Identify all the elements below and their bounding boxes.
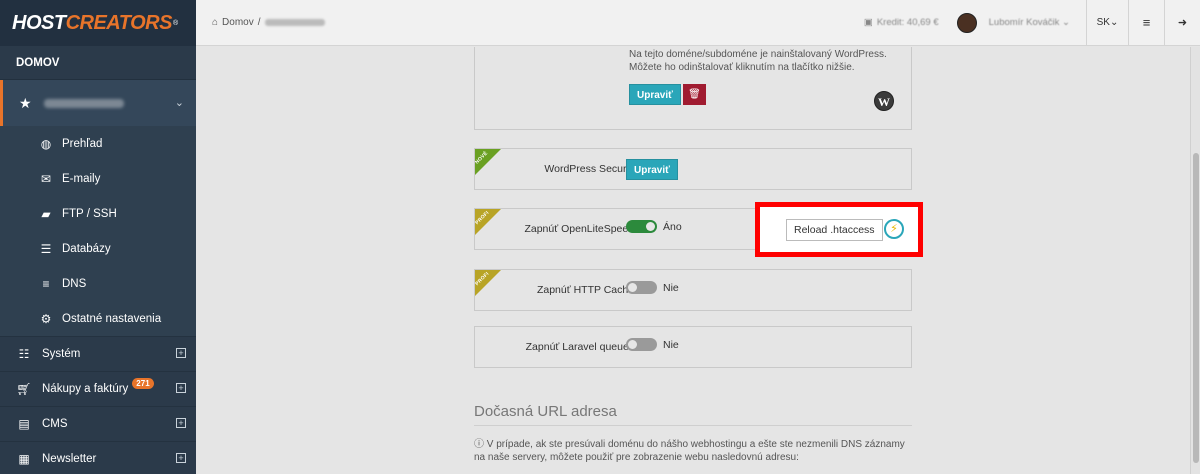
- expand-icon[interactable]: +: [176, 418, 186, 428]
- sidebar-item-newsletter[interactable]: ▦ Newsletter +: [0, 441, 196, 474]
- envelope-icon: ✉: [40, 171, 52, 186]
- globe-icon: ◍: [40, 136, 52, 151]
- sidebar-main-menu: ☷ Systém + 🛒︎ Nákupy a faktúry 271 + ▤ C…: [0, 336, 196, 474]
- sidebar-item-ftp[interactable]: ▰ FTP / SSH: [0, 196, 196, 231]
- sidebar-item-label: DNS: [62, 277, 87, 290]
- laravel-queues-label: Zapnúť Laravel queues:: [525, 341, 637, 353]
- sidebar-item-databazy[interactable]: ☰ Databázy: [0, 231, 196, 266]
- topbar: ⌂ Domov / ▣ Kredit: 40,69 € Lubomír Ková…: [196, 0, 1200, 46]
- sidebar: HOSTCREATORS ® DOMOV ★ ⌄ ◍ Prehľad ✉ E-ma…: [0, 0, 196, 474]
- sidebar-item-system[interactable]: ☷ Systém +: [0, 336, 196, 371]
- logo-reg: ®: [172, 19, 179, 27]
- breadcrumb-separator: /: [257, 17, 261, 28]
- profi-ribbon: PROFI: [475, 209, 501, 235]
- wordpress-logo-icon: W: [874, 91, 894, 111]
- wallet-icon: ▣: [863, 17, 873, 28]
- laravel-queues-row: Zapnúť Laravel queues: Nie: [474, 326, 912, 368]
- lightning-icon[interactable]: ⚡︎: [884, 219, 904, 239]
- breadcrumb: ⌂ Domov /: [196, 17, 864, 28]
- chevron-down-icon[interactable]: ⌄: [175, 96, 184, 109]
- sliders-icon: ☷: [18, 347, 30, 361]
- http-cache-label: Zapnúť HTTP Cache:: [536, 284, 637, 296]
- sidebar-item-label: CMS: [42, 418, 68, 430]
- logo-text-creators: CREATORS: [65, 11, 173, 34]
- section-divider: [474, 425, 912, 426]
- expand-icon[interactable]: +: [176, 453, 186, 463]
- database-icon: ☰: [40, 241, 52, 256]
- sidebar-item-label: FTP / SSH: [62, 207, 117, 220]
- http-cache-toggle[interactable]: [626, 281, 657, 294]
- scrollbar[interactable]: [1190, 47, 1200, 474]
- http-cache-row: PROFI Zapnúť HTTP Cache: Nie: [474, 269, 912, 311]
- trash-icon[interactable]: 🗑︎: [683, 84, 706, 105]
- sidebar-item-label: Databázy: [62, 242, 111, 255]
- cart-icon: 🛒︎: [16, 382, 32, 396]
- wp-security-label: WordPress Security: [544, 163, 637, 175]
- menu-button[interactable]: ≡: [1128, 0, 1164, 46]
- expand-icon[interactable]: +: [176, 383, 186, 393]
- avatar[interactable]: [956, 12, 977, 33]
- wordpress-panel: Na tejto doméne/subdoméne je nainštalova…: [474, 47, 912, 130]
- temp-url-info: ⓘ V prípade, ak ste presúvali doménu do …: [474, 438, 914, 464]
- domain-name-blurred: [43, 98, 124, 108]
- openlitespeed-label: Zapnúť OpenLiteSpeed:: [524, 223, 637, 235]
- expand-icon[interactable]: +: [176, 348, 186, 358]
- highlighted-reload-area: Reload .htaccess ⚡︎: [755, 202, 923, 257]
- openlitespeed-value: Áno: [663, 220, 682, 233]
- reload-htaccess-button[interactable]: Reload .htaccess: [786, 219, 883, 241]
- sidebar-item-label: Prehľad: [62, 137, 103, 150]
- logout-button[interactable]: ➜: [1164, 0, 1200, 46]
- language-selector[interactable]: SK ⌄: [1086, 0, 1128, 46]
- user-name: Lubomír Kováčik: [988, 17, 1060, 28]
- newspaper-icon: ▦: [18, 452, 30, 466]
- temp-url-info-text: V prípade, ak ste presúvali doménu do ná…: [474, 439, 905, 463]
- credit-display[interactable]: ▣ Kredit: 40,69 €: [864, 17, 957, 28]
- count-badge: 271: [132, 377, 154, 389]
- sidebar-home[interactable]: DOMOV: [0, 46, 196, 80]
- profi-ribbon: PROFI: [475, 270, 501, 296]
- breadcrumb-domain-blurred[interactable]: [264, 19, 325, 26]
- wp-security-edit-button[interactable]: Upraviť: [626, 159, 678, 180]
- language-label: SK: [1096, 17, 1110, 28]
- sidebar-domain-item[interactable]: ★ ⌄: [0, 80, 196, 126]
- sidebar-item-label: Nákupy a faktúry: [42, 383, 129, 395]
- sidebar-item-nakupy[interactable]: 🛒︎ Nákupy a faktúry 271 +: [0, 371, 196, 406]
- server-icon: ≡: [42, 276, 50, 291]
- file-icon: ▤: [18, 417, 30, 431]
- info-icon: ⓘ: [474, 439, 487, 450]
- wordpress-info-text: Na tejto doméne/subdoméne je nainštalova…: [629, 49, 887, 73]
- logo-text-host: HOST: [12, 11, 66, 34]
- new-ribbon: NOVÉ: [475, 149, 501, 175]
- sidebar-item-dns[interactable]: ≡ DNS: [0, 266, 196, 301]
- sidebar-item-label: E-maily: [62, 172, 101, 185]
- home-icon: ⌂: [212, 17, 219, 28]
- sidebar-item-label: Newsletter: [42, 453, 97, 465]
- sidebar-item-prehlad[interactable]: ◍ Prehľad: [0, 126, 196, 161]
- main-content: Na tejto doméne/subdoméne je nainštalova…: [196, 47, 1190, 474]
- sidebar-item-cms[interactable]: ▤ CMS +: [0, 406, 196, 441]
- temp-url-title: Dočasná URL adresa: [474, 403, 617, 420]
- logo[interactable]: HOSTCREATORS ®: [0, 0, 196, 46]
- http-cache-value: Nie: [663, 281, 679, 294]
- logout-icon: ➜: [1177, 17, 1188, 29]
- sidebar-item-emaily[interactable]: ✉ E-maily: [0, 161, 196, 196]
- wp-security-row: NOVÉ WordPress Security Upraviť: [474, 148, 912, 190]
- sidebar-item-label: Ostatné nastavenia: [62, 312, 162, 325]
- laravel-queues-value: Nie: [663, 338, 679, 351]
- user-menu[interactable]: Lubomír Kováčik ⌄: [989, 17, 1086, 28]
- star-icon: ★: [19, 94, 32, 111]
- gear-icon: ⚙: [40, 311, 52, 326]
- credit-text: Kredit: 40,69 €: [876, 17, 939, 28]
- folder-open-icon: ▰: [41, 206, 51, 221]
- breadcrumb-home[interactable]: Domov: [222, 17, 254, 28]
- sidebar-item-label: Systém: [42, 348, 81, 360]
- hamburger-icon: ≡: [1142, 15, 1151, 30]
- sidebar-submenu: ◍ Prehľad ✉ E-maily ▰ FTP / SSH ☰ Databá…: [0, 126, 196, 336]
- laravel-queues-toggle[interactable]: [626, 338, 657, 351]
- sidebar-item-ostatne[interactable]: ⚙ Ostatné nastavenia: [0, 301, 196, 336]
- wordpress-edit-button[interactable]: Upraviť: [629, 84, 681, 105]
- scrollbar-thumb[interactable]: [1193, 153, 1199, 463]
- openlitespeed-toggle[interactable]: [626, 220, 657, 233]
